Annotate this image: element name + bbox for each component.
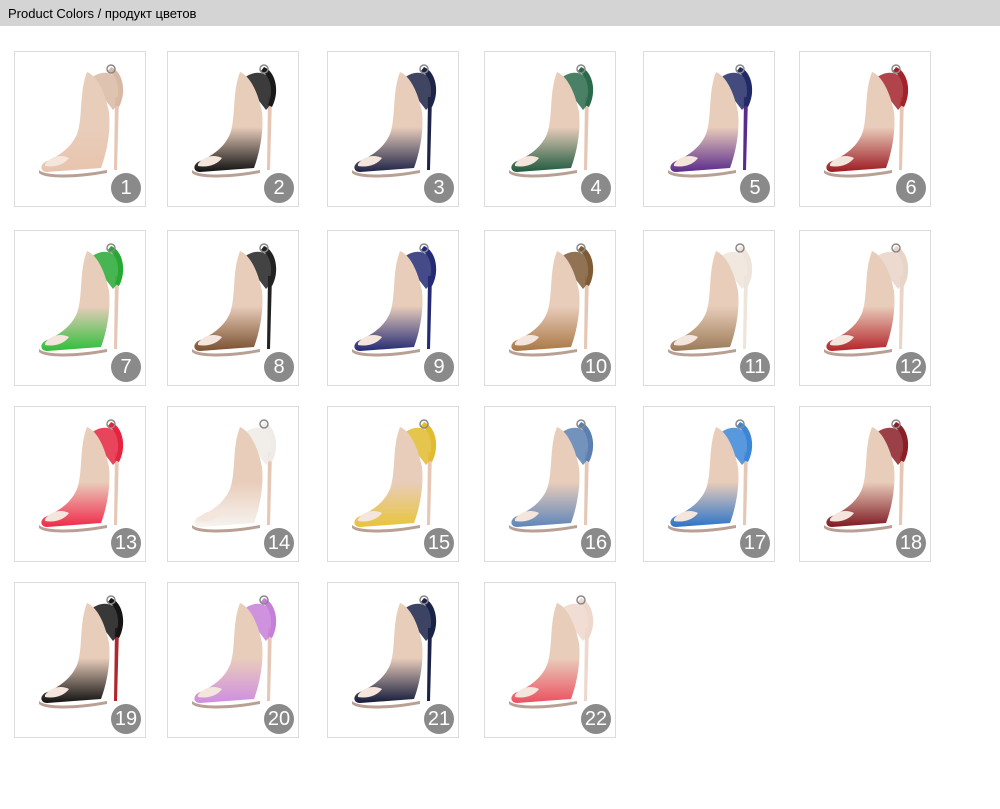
option-number: 7 bbox=[120, 356, 132, 378]
number-badge: 14 bbox=[264, 528, 294, 558]
option-number: 1 bbox=[120, 177, 132, 199]
option-number: 17 bbox=[743, 532, 767, 554]
color-option-5[interactable]: 5 bbox=[643, 51, 775, 207]
number-badge: 18 bbox=[896, 528, 926, 558]
number-badge: 3 bbox=[424, 173, 454, 203]
option-number: 15 bbox=[427, 532, 451, 554]
color-option-2[interactable]: 2 bbox=[167, 51, 299, 207]
number-badge: 22 bbox=[581, 704, 611, 734]
color-option-8[interactable]: 8 bbox=[167, 230, 299, 386]
number-badge: 21 bbox=[424, 704, 454, 734]
number-badge: 6 bbox=[896, 173, 926, 203]
number-badge: 2 bbox=[264, 173, 294, 203]
option-number: 14 bbox=[267, 532, 291, 554]
option-number: 8 bbox=[273, 356, 285, 378]
number-badge: 1 bbox=[111, 173, 141, 203]
color-option-17[interactable]: 17 bbox=[643, 406, 775, 562]
number-badge: 8 bbox=[264, 352, 294, 382]
option-number: 5 bbox=[749, 177, 761, 199]
number-badge: 11 bbox=[740, 352, 770, 382]
option-number: 21 bbox=[427, 708, 451, 730]
number-badge: 16 bbox=[581, 528, 611, 558]
color-option-18[interactable]: 18 bbox=[799, 406, 931, 562]
color-option-15[interactable]: 15 bbox=[327, 406, 459, 562]
option-number: 12 bbox=[899, 356, 923, 378]
option-number: 11 bbox=[744, 356, 766, 378]
number-badge: 20 bbox=[264, 704, 294, 734]
color-option-21[interactable]: 21 bbox=[327, 582, 459, 738]
number-badge: 19 bbox=[111, 704, 141, 734]
option-number: 6 bbox=[905, 177, 917, 199]
color-option-9[interactable]: 9 bbox=[327, 230, 459, 386]
number-badge: 10 bbox=[581, 352, 611, 382]
color-option-11[interactable]: 11 bbox=[643, 230, 775, 386]
color-option-16[interactable]: 16 bbox=[484, 406, 616, 562]
color-option-12[interactable]: 12 bbox=[799, 230, 931, 386]
option-number: 16 bbox=[584, 532, 608, 554]
color-option-13[interactable]: 13 bbox=[14, 406, 146, 562]
option-number: 4 bbox=[590, 177, 602, 199]
number-badge: 5 bbox=[740, 173, 770, 203]
color-option-14[interactable]: 14 bbox=[167, 406, 299, 562]
color-option-3[interactable]: 3 bbox=[327, 51, 459, 207]
color-option-4[interactable]: 4 bbox=[484, 51, 616, 207]
option-number: 10 bbox=[584, 356, 608, 378]
number-badge: 12 bbox=[896, 352, 926, 382]
option-number: 13 bbox=[114, 532, 138, 554]
color-option-10[interactable]: 10 bbox=[484, 230, 616, 386]
option-number: 18 bbox=[899, 532, 923, 554]
number-badge: 15 bbox=[424, 528, 454, 558]
color-option-22[interactable]: 22 bbox=[484, 582, 616, 738]
color-option-20[interactable]: 20 bbox=[167, 582, 299, 738]
option-number: 2 bbox=[273, 177, 285, 199]
option-number: 9 bbox=[433, 356, 445, 378]
color-option-7[interactable]: 7 bbox=[14, 230, 146, 386]
page-header: Product Colors / продукт цветов bbox=[0, 0, 1000, 26]
color-option-19[interactable]: 19 bbox=[14, 582, 146, 738]
option-number: 19 bbox=[114, 708, 138, 730]
color-option-1[interactable]: 1 bbox=[14, 51, 146, 207]
option-number: 22 bbox=[584, 708, 608, 730]
number-badge: 17 bbox=[740, 528, 770, 558]
color-option-6[interactable]: 6 bbox=[799, 51, 931, 207]
number-badge: 4 bbox=[581, 173, 611, 203]
number-badge: 7 bbox=[111, 352, 141, 382]
option-number: 20 bbox=[267, 708, 291, 730]
option-number: 3 bbox=[433, 177, 445, 199]
number-badge: 13 bbox=[111, 528, 141, 558]
number-badge: 9 bbox=[424, 352, 454, 382]
page-title: Product Colors / продукт цветов bbox=[8, 5, 197, 21]
